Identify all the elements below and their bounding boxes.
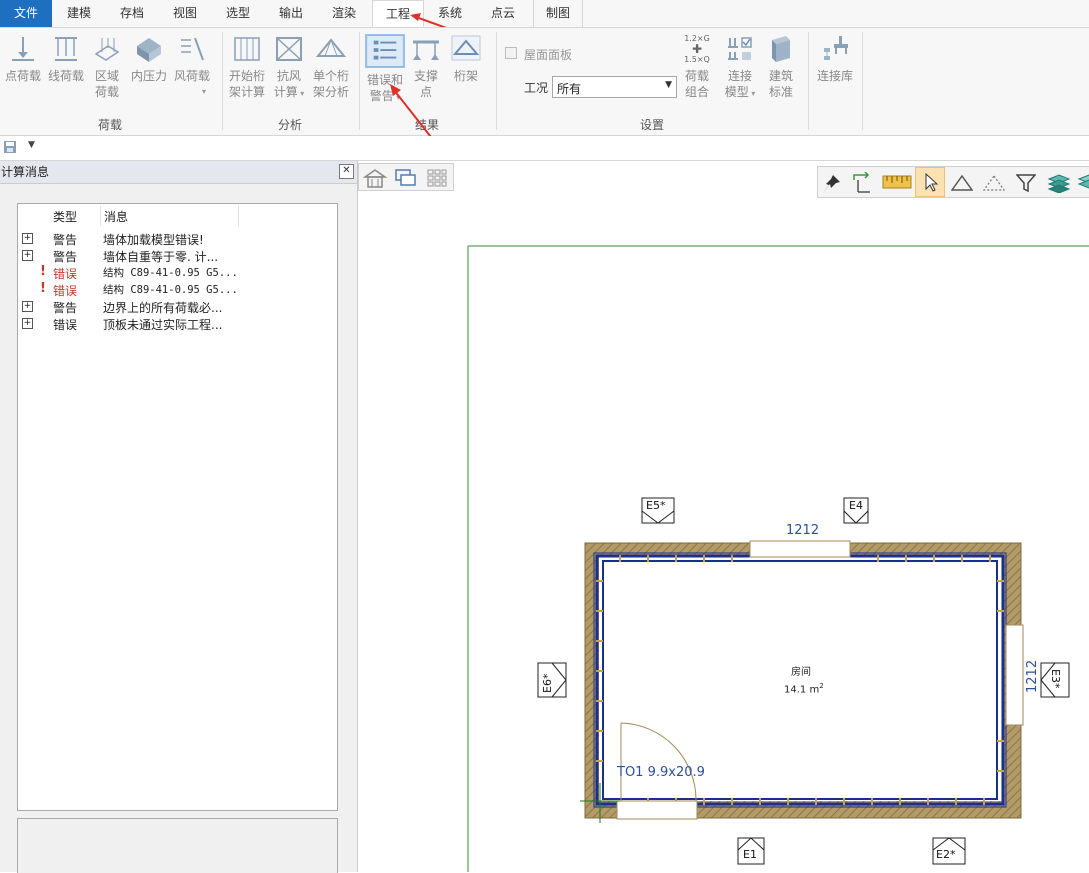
room-area: 14.1 m2 bbox=[784, 682, 824, 695]
door-label: TO1 9.9x20.9 bbox=[617, 765, 705, 780]
column-divider bbox=[100, 206, 101, 226]
expand-icon[interactable]: + bbox=[22, 250, 33, 261]
window-right bbox=[1005, 624, 1024, 726]
message-type: 错误 bbox=[53, 284, 78, 298]
floor-plan bbox=[467, 245, 1089, 872]
message-type: 警告 bbox=[53, 233, 78, 247]
message-type: 错误 bbox=[53, 318, 78, 332]
ribbon: 点荷载 线荷载 区域 荷载 内压力 风荷载 ▾ 荷载 开始桁 架计算 抗风 计算… bbox=[0, 28, 1089, 147]
panel-title: 计算消息 bbox=[1, 165, 50, 179]
column-header-type[interactable]: 类型 bbox=[53, 208, 77, 225]
error-icon: ! bbox=[40, 264, 46, 279]
elevation-label-e4: E4 bbox=[849, 499, 863, 512]
expand-icon[interactable]: + bbox=[22, 301, 33, 312]
window-top bbox=[749, 540, 851, 558]
message-list: 类型 消息 + 警告 墙体加载模型错误! + 警告 墙体自重等于零. 计... … bbox=[17, 203, 338, 811]
close-icon[interactable]: ✕ bbox=[339, 164, 354, 179]
list-item[interactable]: + 警告 墙体加载模型错误! bbox=[18, 230, 337, 247]
room-area-value: 14.1 m bbox=[784, 684, 820, 696]
list-item[interactable]: + 警告 边界上的所有荷载必... bbox=[18, 298, 337, 315]
message-type: 警告 bbox=[53, 250, 78, 264]
message-text: 边界上的所有荷载必... bbox=[103, 301, 223, 315]
drawing-canvas[interactable]: E5* E4 E6* E3* E1 E2* 1212 1212 房间 14.1 … bbox=[358, 161, 1089, 872]
column-header-message[interactable]: 消息 bbox=[104, 208, 128, 225]
quick-access-toolbar: ▼ bbox=[0, 136, 1089, 161]
dimension-right: 1212 bbox=[1025, 659, 1040, 693]
list-item[interactable]: + 错误 顶板未通过实际工程... bbox=[18, 315, 337, 332]
dimension-top: 1212 bbox=[786, 523, 820, 538]
message-detail-box bbox=[17, 818, 338, 873]
message-text: 结构 C89-41-0.95 G5... bbox=[103, 267, 238, 279]
list-item[interactable]: ! 错误 结构 C89-41-0.95 G5... bbox=[18, 281, 337, 298]
annotation-arrow-tab bbox=[410, 13, 447, 27]
expand-icon[interactable]: + bbox=[22, 233, 33, 244]
elevation-label-e2: E2* bbox=[936, 848, 956, 861]
message-text: 墙体自重等于零. 计... bbox=[103, 250, 219, 264]
message-text: 顶板未通过实际工程... bbox=[103, 318, 223, 332]
elevation-label-e3: E3* bbox=[1049, 669, 1062, 689]
message-type: 警告 bbox=[53, 301, 78, 315]
message-text: 墙体加载模型错误! bbox=[103, 233, 204, 247]
save-icon[interactable] bbox=[3, 140, 17, 154]
column-divider bbox=[238, 206, 239, 226]
expand-icon[interactable]: + bbox=[22, 318, 33, 329]
list-item[interactable]: + 警告 墙体自重等于零. 计... bbox=[18, 247, 337, 264]
annotation-arrow-errors bbox=[390, 84, 439, 147]
calculation-messages-panel: 计算消息 ✕ 类型 消息 + 警告 墙体加载模型错误! + 警告 墙体自重等于零… bbox=[0, 161, 358, 873]
room-name: 房间 bbox=[791, 667, 811, 678]
panel-header: 计算消息 ✕ bbox=[0, 161, 357, 184]
message-text: 结构 C89-41-0.95 G5... bbox=[103, 284, 238, 296]
room-area-unit-superscript: 2 bbox=[819, 682, 824, 690]
customize-toolbar-icon[interactable]: ▼ bbox=[28, 140, 35, 150]
message-type: 错误 bbox=[53, 267, 78, 281]
error-icon: ! bbox=[40, 281, 46, 296]
elevation-label-e1: E1 bbox=[743, 848, 757, 861]
list-item[interactable]: ! 错误 结构 C89-41-0.95 G5... bbox=[18, 264, 337, 281]
elevation-label-e5: E5* bbox=[646, 499, 666, 512]
ribbon-tab-bar: 文件 建模 存档 视图 选型 输出 渲染 工程 系统 点云 制图 bbox=[0, 0, 1089, 28]
elevation-label-e6: E6* bbox=[541, 673, 554, 693]
